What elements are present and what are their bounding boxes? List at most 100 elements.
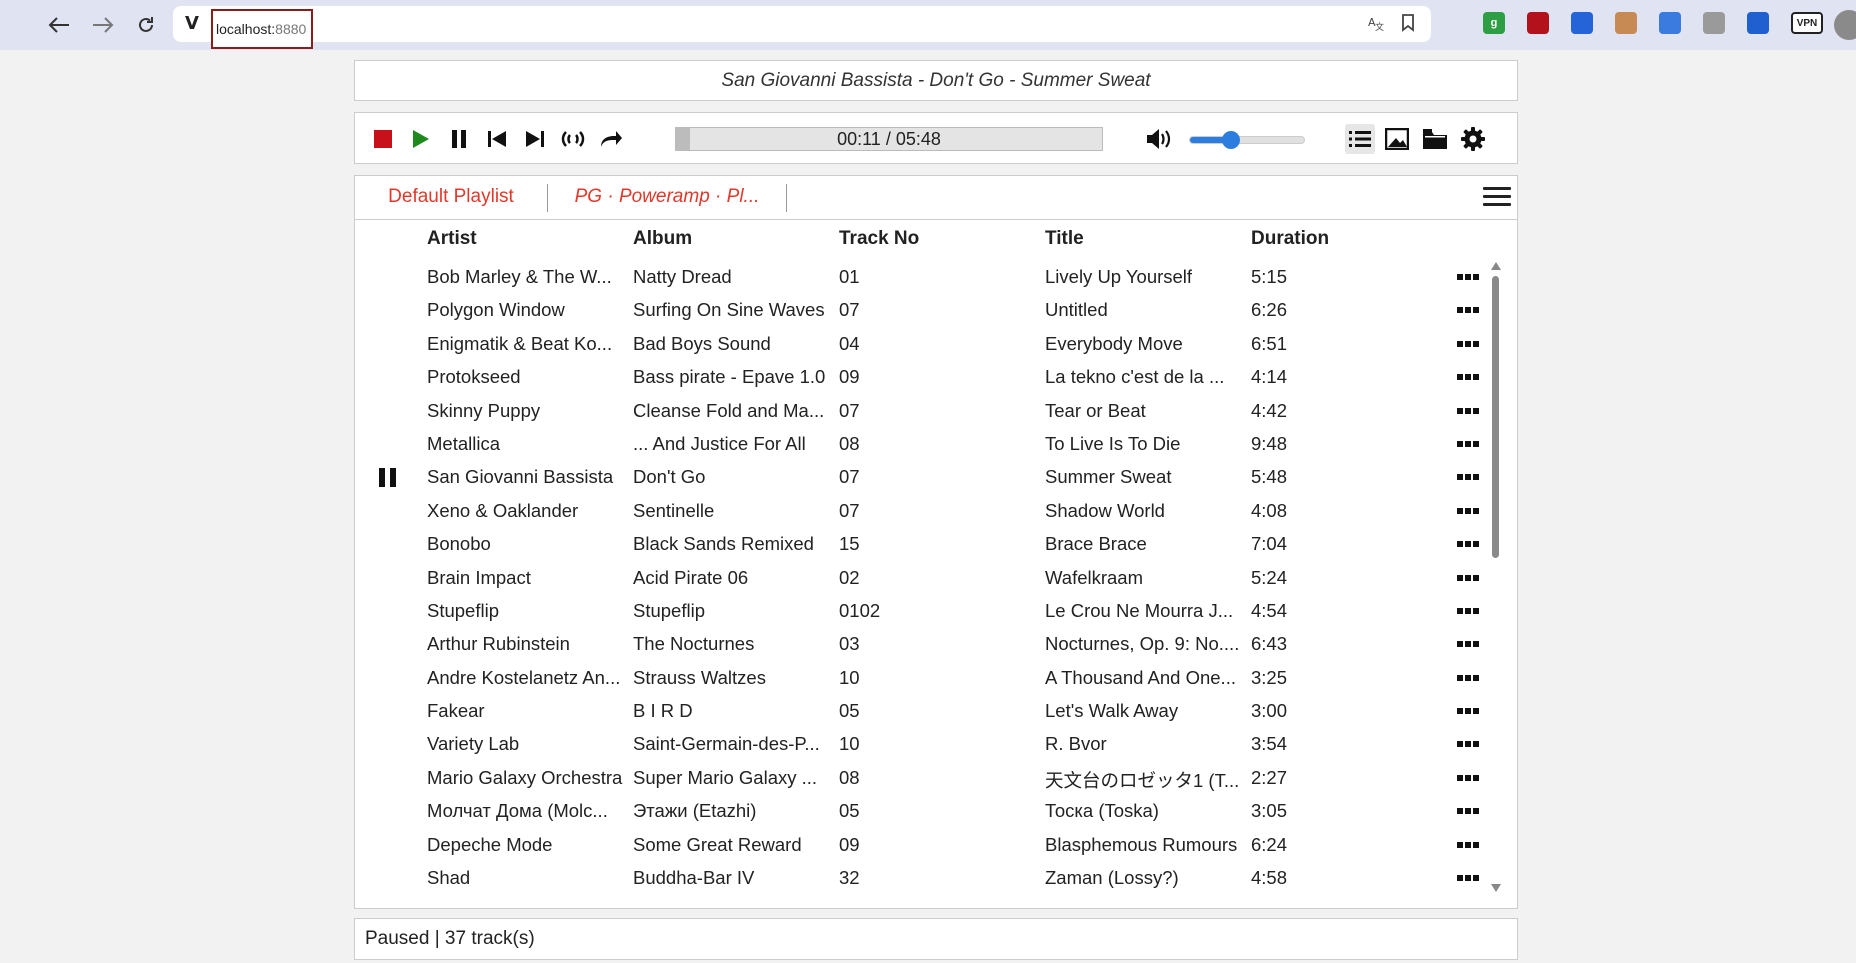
more-options-icon[interactable] bbox=[1457, 335, 1487, 353]
track-album: ... And Justice For All bbox=[633, 432, 806, 454]
column-header-artist[interactable]: Artist bbox=[427, 228, 477, 250]
track-row[interactable]: Stupeflip Stupeflip 0102 Le Crou Ne Mourra … bbox=[355, 596, 1485, 629]
track-row[interactable]: Bonobo Black Sands Remixed 15 Brace Brace 7:… bbox=[355, 529, 1485, 562]
hamburger-menu-icon[interactable] bbox=[1483, 184, 1511, 210]
profile-avatar[interactable] bbox=[1834, 10, 1856, 40]
more-options-icon[interactable] bbox=[1457, 769, 1487, 787]
more-options-icon[interactable] bbox=[1457, 502, 1487, 520]
scroll-down-arrow-icon[interactable] bbox=[1491, 884, 1501, 892]
more-options-icon[interactable] bbox=[1457, 635, 1487, 653]
more-options-icon[interactable] bbox=[1457, 301, 1487, 319]
track-title: Brace Brace bbox=[1045, 533, 1147, 555]
more-options-icon[interactable] bbox=[1457, 435, 1487, 453]
track-title: Tear or Beat bbox=[1045, 399, 1146, 421]
playlist-view-button[interactable] bbox=[1345, 124, 1375, 154]
more-options-icon[interactable] bbox=[1457, 702, 1487, 720]
tab-default-playlist[interactable]: Default Playlist bbox=[355, 176, 547, 218]
more-options-icon[interactable] bbox=[1457, 602, 1487, 620]
more-options-icon[interactable] bbox=[1457, 268, 1487, 286]
track-row[interactable]: Молчат Дома (Molc... Этажи (Etazhi) 05 Тоск… bbox=[355, 796, 1485, 829]
translate-icon[interactable]: A文 bbox=[1367, 14, 1385, 37]
more-options-icon[interactable] bbox=[1457, 468, 1487, 486]
track-row[interactable]: Shad Buddha-Bar IV 32 Zaman (Lossy?) 4:58 bbox=[355, 863, 1485, 896]
volume-slider[interactable] bbox=[1189, 131, 1305, 149]
tab-poweramp-playlist[interactable]: PG · Poweramp · Pl... bbox=[548, 176, 786, 218]
bookmark-icon[interactable] bbox=[1401, 14, 1415, 37]
track-album: Don't Go bbox=[633, 466, 706, 488]
link-ext-icon[interactable] bbox=[1571, 12, 1593, 34]
more-options-icon[interactable] bbox=[1457, 569, 1487, 587]
forward-arrow-icon[interactable] bbox=[88, 10, 118, 40]
track-title: Lively Up Yourself bbox=[1045, 266, 1193, 287]
random-button[interactable] bbox=[559, 125, 587, 153]
address-bar[interactable]: V localhost:8880 A文 bbox=[173, 6, 1431, 49]
track-duration: 6:51 bbox=[1251, 332, 1288, 354]
track-title: Let's Walk Away bbox=[1045, 700, 1179, 722]
album-art-view-button[interactable] bbox=[1383, 125, 1411, 153]
track-row[interactable]: Metallica ... And Justice For All 08 To Liv… bbox=[355, 429, 1485, 462]
previous-track-button[interactable] bbox=[483, 125, 511, 153]
track-album: Buddha-Bar IV bbox=[633, 867, 755, 889]
browse-files-button[interactable] bbox=[1421, 125, 1449, 153]
track-row[interactable]: Polygon Window Surfing On Sine Waves 07 Unt… bbox=[355, 295, 1485, 328]
volume-icon bbox=[1147, 129, 1171, 149]
track-row[interactable]: Protokseed Bass pirate - Epave 1.0 09 La te… bbox=[355, 362, 1485, 395]
cast-ext-icon[interactable] bbox=[1703, 12, 1725, 34]
more-options-icon[interactable] bbox=[1457, 735, 1487, 753]
vpn-ext-icon[interactable]: VPN bbox=[1791, 12, 1823, 34]
track-row[interactable]: San Giovanni Bassista Don't Go 07 Summer Sw… bbox=[355, 462, 1485, 495]
track-row[interactable]: Brain Impact Acid Pirate 06 02 Wafelkraam 5:… bbox=[355, 563, 1485, 596]
track-row[interactable]: Bob Marley & The W... Natty Dread 01 Lively… bbox=[355, 262, 1485, 295]
puzzle-ext-icon[interactable] bbox=[1659, 12, 1681, 34]
track-row[interactable]: Mario Galaxy Orchestra Super Mario Galaxy… bbox=[355, 763, 1485, 796]
track-row[interactable]: Xeno & Oaklander Sentinelle 07 Shadow World… bbox=[355, 496, 1485, 529]
settings-button[interactable] bbox=[1459, 125, 1487, 153]
track-title: Summer Sweat bbox=[1045, 466, 1172, 488]
track-row[interactable]: Arthur Rubinstein The Nocturnes 03 Nocturne… bbox=[355, 629, 1485, 662]
stop-button[interactable] bbox=[369, 125, 397, 153]
track-album: Acid Pirate 06 bbox=[633, 566, 749, 588]
back-arrow-icon[interactable] bbox=[44, 10, 74, 40]
next-track-button[interactable] bbox=[521, 125, 549, 153]
track-album: Natty Dread bbox=[633, 266, 732, 287]
column-header-duration[interactable]: Duration bbox=[1251, 228, 1329, 250]
url-field[interactable]: localhost:8880 bbox=[211, 9, 313, 49]
more-options-icon[interactable] bbox=[1457, 669, 1487, 687]
track-album: Surfing On Sine Waves bbox=[633, 299, 825, 321]
playlist-panel: Default Playlist PG · Poweramp · Pl... A… bbox=[354, 175, 1518, 909]
more-options-icon[interactable] bbox=[1457, 802, 1487, 820]
more-options-icon[interactable] bbox=[1457, 402, 1487, 420]
bitwarden-ext-icon[interactable] bbox=[1747, 12, 1769, 34]
repeat-button[interactable] bbox=[597, 125, 625, 153]
track-album: Stupeflip bbox=[633, 599, 705, 621]
track-row[interactable]: Enigmatik & Beat Ko... Bad Boys Sound 04 Ev… bbox=[355, 329, 1485, 362]
ublock-ext-icon[interactable] bbox=[1527, 12, 1549, 34]
more-options-icon[interactable] bbox=[1457, 368, 1487, 386]
mute-button[interactable] bbox=[1145, 125, 1173, 153]
track-row[interactable]: Skinny Puppy Cleanse Fold and Ma... 07 Tear… bbox=[355, 396, 1485, 429]
scroll-up-arrow-icon[interactable] bbox=[1491, 262, 1501, 270]
seek-bar[interactable]: 00:11 / 05:48 bbox=[675, 127, 1103, 151]
scrollbar[interactable] bbox=[1489, 262, 1503, 892]
track-artist: Metallica bbox=[427, 432, 500, 454]
track-number: 05 bbox=[839, 800, 860, 822]
reload-icon[interactable] bbox=[131, 10, 161, 40]
track-duration: 4:08 bbox=[1251, 499, 1288, 521]
track-album: Bad Boys Sound bbox=[633, 332, 771, 354]
play-button[interactable] bbox=[407, 125, 435, 153]
column-header-track-no[interactable]: Track No bbox=[839, 228, 919, 250]
track-row[interactable]: Depeche Mode Some Great Reward 09 Blasphemo… bbox=[355, 830, 1485, 863]
volume-slider-thumb[interactable] bbox=[1222, 131, 1241, 149]
scrollbar-thumb[interactable] bbox=[1492, 276, 1499, 558]
track-row[interactable]: Fakear B I R D 05 Let's Walk Away 3:00 bbox=[355, 696, 1485, 729]
track-row[interactable]: Andre Kostelanetz An... Strauss Waltzes 10… bbox=[355, 663, 1485, 696]
column-header-title[interactable]: Title bbox=[1045, 228, 1084, 250]
more-options-icon[interactable] bbox=[1457, 869, 1487, 887]
track-row[interactable]: Variety Lab Saint-Germain-des-P... 10 R. Bv… bbox=[355, 729, 1485, 762]
pause-button[interactable] bbox=[445, 125, 473, 153]
column-header-album[interactable]: Album bbox=[633, 228, 692, 250]
more-options-icon[interactable] bbox=[1457, 836, 1487, 854]
face-ext-icon[interactable] bbox=[1615, 12, 1637, 34]
grammarly-ext-icon[interactable]: g bbox=[1483, 12, 1505, 34]
more-options-icon[interactable] bbox=[1457, 535, 1487, 553]
